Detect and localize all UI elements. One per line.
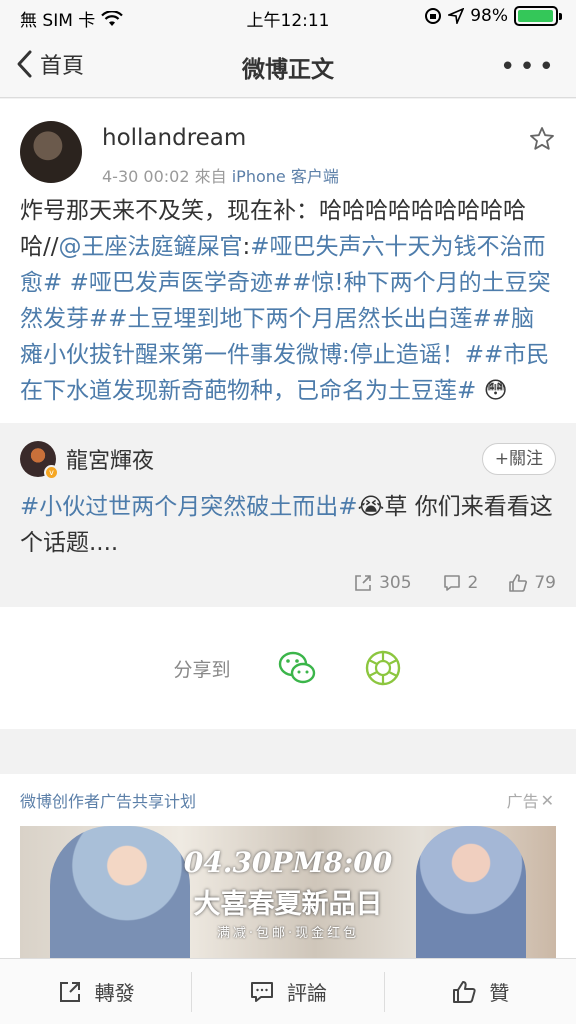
ad-program-title[interactable]: 微博创作者广告共享计划 <box>20 788 196 812</box>
like-count-button[interactable]: 79 <box>508 573 556 593</box>
avatar[interactable] <box>20 121 82 183</box>
like-label: 贊 <box>489 981 510 1005</box>
repost-label: 轉發 <box>94 981 135 1005</box>
star-icon[interactable] <box>528 125 556 153</box>
repost-emoji-icon: 😭 <box>357 494 385 520</box>
page-title: 微博正文 <box>242 57 334 83</box>
repost-avatar[interactable]: v <box>20 441 59 480</box>
battery-icon <box>514 6 562 26</box>
comment-icon <box>443 575 460 591</box>
post-username[interactable]: hollandream <box>102 125 246 151</box>
share-out-icon <box>355 575 371 591</box>
nav-bar: 首頁 微博正文 ••• <box>0 34 576 98</box>
verified-badge-icon: v <box>44 465 59 480</box>
repost-block[interactable]: v 龍宮輝夜 +關注 #小伙过世两个月突然破土而出#😭草 你们来看看这个话题..… <box>0 423 576 607</box>
post-date: 4-30 00:02 <box>102 167 190 186</box>
emoji-icon: 😳 <box>483 378 508 404</box>
ad-banner-subline: 满减·包邮·现金红包 <box>216 926 360 941</box>
orientation-lock-icon <box>425 8 442 24</box>
repost-count-button[interactable]: 305 <box>353 573 412 593</box>
close-icon[interactable]: ✕ <box>541 791 554 810</box>
ad-card: 微博创作者广告共享计划 广告 ✕ 04.30PM8:00 大喜春夏新品日 满减·… <box>0 774 576 958</box>
more-button[interactable]: ••• <box>500 52 558 82</box>
ad-banner-time: 04.30PM8:00 <box>183 846 393 879</box>
comment-icon <box>250 981 273 1002</box>
battery-percent: 98% <box>470 6 508 26</box>
ad-tag[interactable]: 广告 ✕ <box>507 788 554 812</box>
post-card: hollandream 4-30 00:02 來自 iPhone 客户端 炸号那… <box>0 99 576 729</box>
moments-icon[interactable] <box>363 648 403 688</box>
repost-stats: 305 2 79 <box>20 573 556 593</box>
ad-label: 广告 <box>506 792 539 811</box>
thumbs-up-icon <box>509 574 528 592</box>
comment-count-button[interactable]: 2 <box>442 573 479 593</box>
source-prefix: 來自 <box>194 167 227 186</box>
comment-label: 評論 <box>286 981 327 1005</box>
share-out-icon <box>59 981 80 1002</box>
location-icon <box>448 8 465 24</box>
comment-button[interactable]: 評論 <box>191 971 383 1012</box>
like-button[interactable]: 贊 <box>383 971 576 1012</box>
post-meta: 4-30 00:02 來自 iPhone 客户端 <box>102 163 339 187</box>
like-count: 79 <box>534 573 556 593</box>
repost-username[interactable]: 龍宮輝夜 <box>66 443 154 475</box>
share-label: 分享到 <box>173 658 231 681</box>
follow-button[interactable]: +關注 <box>481 443 556 475</box>
share-row: 分享到 <box>0 607 576 729</box>
bottom-action-bar: 轉發 評論 贊 <box>0 958 576 1024</box>
mention-link[interactable]: @王座法庭鏟屎官 <box>59 234 243 260</box>
repost-text: #小伙过世两个月突然破土而出#😭草 你们来看看这个话题.... <box>20 489 556 561</box>
repost-button[interactable]: 轉發 <box>0 972 191 1012</box>
comment-count: 2 <box>467 573 479 593</box>
thumbs-up-icon <box>453 980 476 1003</box>
ad-banner[interactable]: 04.30PM8:00 大喜春夏新品日 满减·包邮·现金红包 <box>20 826 556 958</box>
repost-count: 305 <box>379 573 412 593</box>
post-text: 炸号那天来不及笑，现在补：哈哈哈哈哈哈哈哈哈哈//@王座法庭鏟屎官:#哑巴失声六… <box>0 189 576 423</box>
repost-topic-link[interactable]: #小伙过世两个月突然破土而出# <box>20 494 358 520</box>
status-bar: 無 SIM 卡 上午12:11 98% <box>0 0 576 34</box>
ad-banner-headline: 大喜春夏新品日 <box>193 889 383 920</box>
wechat-icon[interactable] <box>277 648 317 688</box>
post-source[interactable]: iPhone 客户端 <box>232 167 339 186</box>
post-header: hollandream 4-30 00:02 來自 iPhone 客户端 <box>0 99 576 189</box>
